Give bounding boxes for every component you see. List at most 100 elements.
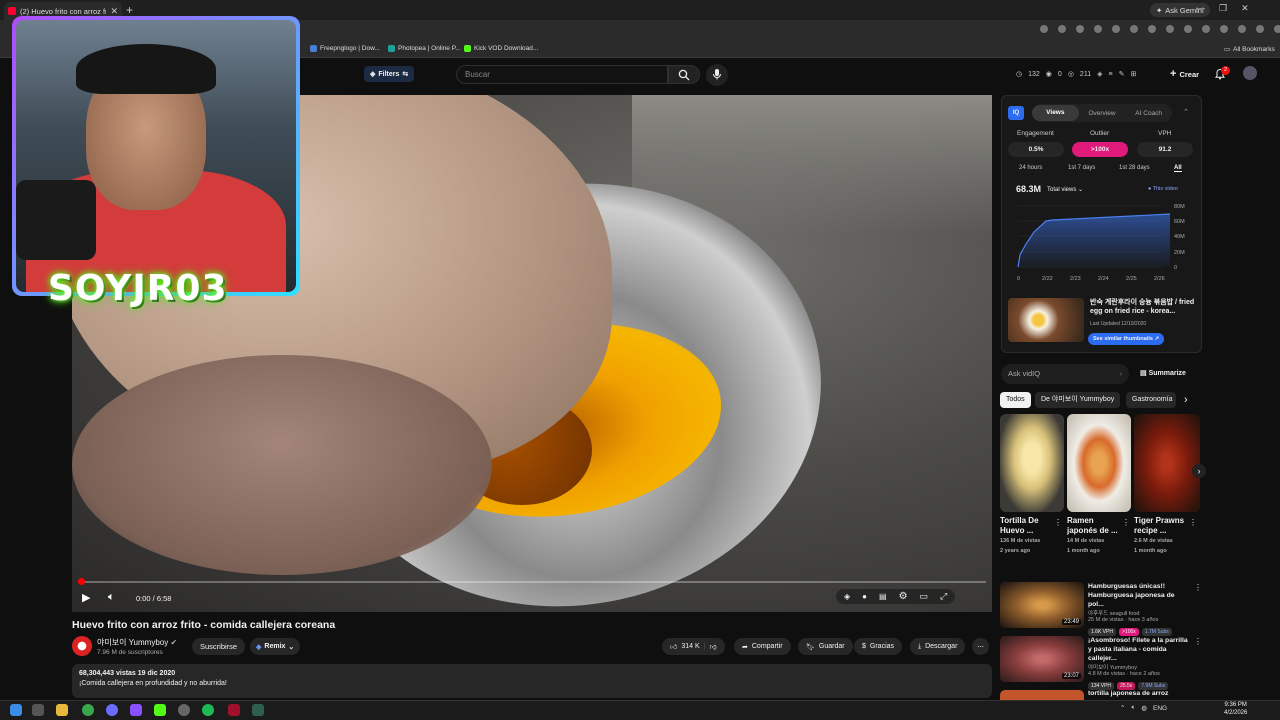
range-all[interactable]: All xyxy=(1174,165,1182,172)
bookmark-freepnglogo[interactable]: Freepnglogo | Dow... xyxy=(310,45,380,52)
range-7d[interactable]: 1st 7 days xyxy=(1068,165,1095,171)
related-thumbnail[interactable] xyxy=(1000,690,1084,700)
subscribe-button[interactable]: Suscribirse xyxy=(192,638,246,655)
range-28d[interactable]: 1st 28 days xyxy=(1119,165,1150,171)
share-button[interactable]: ➦ Compartir xyxy=(734,638,791,655)
short-thumbnail[interactable] xyxy=(1067,414,1131,512)
vidiq-filters-button[interactable]: ◈ Filters ⇆ xyxy=(364,66,415,82)
list-icon[interactable]: ≡ xyxy=(1108,71,1112,78)
like-button[interactable]: 👍︎ 314 K | 👎︎ xyxy=(662,638,725,655)
account-avatar[interactable] xyxy=(1243,66,1257,80)
extension-icon[interactable] xyxy=(1112,25,1120,33)
range-24h[interactable]: 24 hours xyxy=(1019,165,1042,171)
spotify-icon[interactable] xyxy=(202,704,214,716)
network-icon[interactable]: ◍ xyxy=(1141,704,1147,712)
theater-mode-icon[interactable]: ▭ xyxy=(920,591,929,602)
vidiq-icon[interactable]: ◈ xyxy=(1097,70,1102,78)
fullscreen-icon[interactable]: ⤢ xyxy=(940,591,947,602)
close-window-icon[interactable]: ✕ xyxy=(1241,3,1249,14)
short-item[interactable]: Tortilla De Huevo ... 136 M de vistas 2 … xyxy=(1000,516,1056,556)
create-button[interactable]: + Crear xyxy=(1164,66,1205,82)
summarize-button[interactable]: ▤ Summarize xyxy=(1140,369,1186,377)
subtitles-icon[interactable]: ▤ xyxy=(879,592,887,601)
chat-icon[interactable]: ✎ xyxy=(1119,70,1125,78)
all-bookmarks[interactable]: ▭ All Bookmarks xyxy=(1224,45,1275,54)
taskbar-app-icon[interactable] xyxy=(228,704,240,716)
extension-icon[interactable] xyxy=(1256,25,1264,33)
file-explorer-icon[interactable] xyxy=(56,704,68,716)
thanks-button[interactable]: $ Gracias xyxy=(854,638,903,655)
more-actions-button[interactable]: ⋯ xyxy=(972,638,989,655)
chip-channel[interactable]: De 야미보이 Yummyboy xyxy=(1035,392,1121,408)
extension-icon[interactable] xyxy=(1220,25,1228,33)
thumbs-down-icon[interactable]: 👎︎ xyxy=(709,642,716,651)
related-video-item[interactable]: ¡Asombroso! Filete a la parrilla y pasta… xyxy=(1088,636,1192,690)
short-thumbnail[interactable] xyxy=(1000,414,1064,512)
more-vert-icon[interactable]: ⋮ xyxy=(1122,518,1130,527)
taskbar-app-icon[interactable] xyxy=(130,704,142,716)
taskbar-clock[interactable]: 9:36 PM 4/2/2026 xyxy=(1224,701,1247,717)
chip-todos[interactable]: Todos xyxy=(1000,392,1031,408)
channel-name[interactable]: 야미보이 Yummyboy ✔ xyxy=(97,637,177,648)
arrow-right-icon[interactable]: › xyxy=(1120,364,1123,384)
extension-icon[interactable] xyxy=(1148,25,1156,33)
tab-ai-coach[interactable]: AI Coach xyxy=(1125,110,1172,117)
taskbar-app-icon[interactable] xyxy=(32,704,44,716)
download-button[interactable]: ⤓ Descargar xyxy=(910,638,966,655)
taskbar-app-icon[interactable] xyxy=(106,704,118,716)
chevron-right-icon[interactable]: › xyxy=(1192,464,1206,478)
related-title[interactable]: tortilla japonesa de arroz xyxy=(1088,689,1192,698)
more-vert-icon[interactable]: ⋮ xyxy=(1194,637,1202,646)
description-box[interactable]: 68,304,443 vistas 19 dic 2020 ¡Comida ca… xyxy=(72,664,992,698)
start-menu-icon[interactable] xyxy=(10,704,22,716)
bookmark-photopea[interactable]: Photopea | Online P... xyxy=(388,45,461,52)
chevron-up-icon[interactable]: ⌃ xyxy=(1120,704,1125,712)
maximize-icon[interactable]: ❐ xyxy=(1219,3,1227,14)
close-tab-icon[interactable]: ✕ xyxy=(110,6,118,17)
bookmark-kick-vod[interactable]: Kick VOD Download... xyxy=(464,45,538,52)
autoplay-toggle-icon[interactable]: ● xyxy=(862,592,867,601)
extension-icon[interactable] xyxy=(1184,25,1192,33)
remix-button[interactable]: ◈ Remix ⌄ xyxy=(250,638,301,655)
extension-icon[interactable] xyxy=(1130,25,1138,33)
related-thumbnail[interactable]: 23:07 xyxy=(1000,636,1084,682)
more-vert-icon[interactable]: ⋮ xyxy=(1189,518,1197,527)
short-item[interactable]: Ramen japonés de ... 14 M de vistas 1 mo… xyxy=(1067,516,1123,556)
related-video-item[interactable]: Hamburguesas únicas!! Hamburguesa japone… xyxy=(1088,582,1192,636)
extension-icon[interactable] xyxy=(1202,25,1210,33)
progress-scrubber-handle[interactable] xyxy=(78,578,85,585)
minimize-icon[interactable]: — xyxy=(1196,3,1205,14)
total-views-dropdown[interactable]: Total views ⌄ xyxy=(1047,186,1083,193)
more-vert-icon[interactable]: ⋮ xyxy=(1194,583,1202,592)
search-input[interactable]: Buscar xyxy=(456,65,668,84)
extension-icon[interactable] xyxy=(1238,25,1246,33)
short-thumbnail[interactable] xyxy=(1134,414,1200,512)
related-thumbnail[interactable]: 23:49 xyxy=(1000,582,1084,628)
language-indicator[interactable]: ENG xyxy=(1153,705,1167,712)
extension-icon[interactable] xyxy=(1040,25,1048,33)
play-icon[interactable]: ▶ xyxy=(82,591,90,604)
extension-icon[interactable] xyxy=(1166,25,1174,33)
save-button[interactable]: 🔖︎ Guardar xyxy=(798,638,853,655)
extension-icon[interactable] xyxy=(1076,25,1084,33)
obs-icon[interactable] xyxy=(178,704,190,716)
extension-icon[interactable] xyxy=(1058,25,1066,33)
voice-search-button[interactable] xyxy=(706,64,728,86)
volume-icon[interactable]: 🔈︎ xyxy=(108,591,115,604)
see-similar-thumbnails-button[interactable]: See similar thumbnails ↗ xyxy=(1088,333,1165,345)
vidiq-player-icon[interactable]: ◈ xyxy=(844,592,850,601)
vidiq-thumbnail[interactable] xyxy=(1008,298,1084,342)
search-button[interactable] xyxy=(668,65,700,84)
collapse-chevron-icon[interactable]: ⌃ xyxy=(1183,108,1189,116)
new-tab-icon[interactable]: + xyxy=(126,3,133,17)
grid-icon[interactable]: ⊞ xyxy=(1130,70,1136,78)
kick-icon[interactable] xyxy=(154,704,166,716)
chrome-icon[interactable] xyxy=(82,704,94,716)
chevron-right-icon[interactable]: › xyxy=(1184,394,1188,406)
short-item[interactable]: Tiger Prawns recipe ... 2.6 M de vistas … xyxy=(1134,516,1190,556)
chip-gastronomia[interactable]: Gastronomía xyxy=(1126,392,1176,408)
extension-icon[interactable] xyxy=(1274,25,1280,33)
extension-icon[interactable] xyxy=(1094,25,1102,33)
speaker-icon[interactable]: 🔈︎ xyxy=(1131,704,1135,712)
channel-avatar[interactable] xyxy=(72,636,92,656)
